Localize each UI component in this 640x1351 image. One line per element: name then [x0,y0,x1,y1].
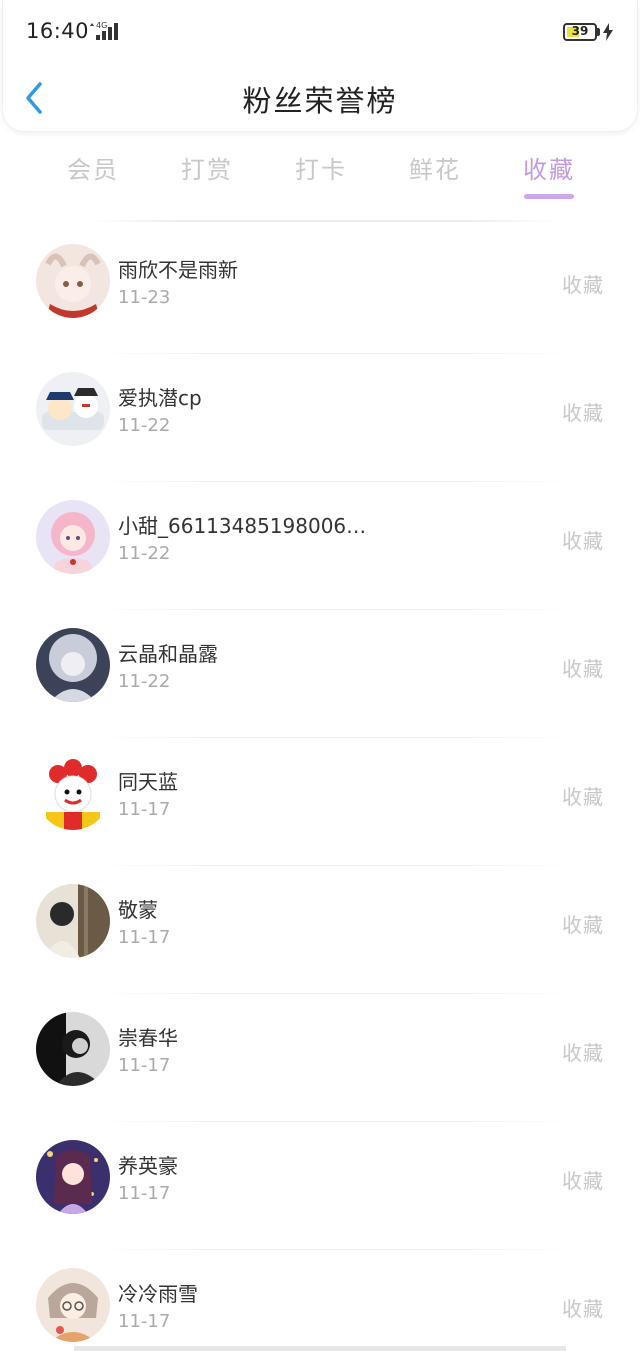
list-item[interactable]: 雨欣不是雨新 11-23 收藏 [0,226,640,354]
avatar[interactable] [36,756,110,830]
favorite-action[interactable]: 收藏 [562,397,604,426]
tab-label: 打赏 [181,156,233,184]
fan-date: 11-17 [118,1311,171,1332]
fan-name: 敬蒙 [118,898,158,922]
charging-icon [603,23,613,41]
tab-members[interactable]: 会员 [36,150,150,200]
battery-percent: 39 [571,24,589,38]
fan-date: 11-17 [118,799,171,820]
fan-date: 11-22 [118,543,171,564]
favorite-action[interactable]: 收藏 [562,653,604,682]
fan-name: 同天蓝 [118,770,178,794]
fan-name: 冷冷雨雪 [118,1282,198,1306]
fan-name: 云晶和晶露 [118,642,218,666]
fan-date: 11-22 [118,671,171,692]
fan-name: 雨欣不是雨新 [118,258,238,282]
avatar[interactable] [36,1140,110,1214]
status-time: 16:40 [26,19,90,43]
fan-name: 爱执潜cp [118,386,202,410]
list-item[interactable]: 崇春华 11-17 收藏 [0,994,640,1122]
favorite-action[interactable]: 收藏 [562,525,604,554]
divider [90,220,560,222]
battery-cap [597,28,600,36]
tab-bar: 会员 打赏 打卡 鲜花 收藏 [36,150,606,200]
tab-flowers[interactable]: 鲜花 [378,150,492,200]
network-label: 4G [96,21,107,30]
tab-rewards[interactable]: 打赏 [150,150,264,200]
tab-label: 鲜花 [409,156,461,184]
favorite-action[interactable]: 收藏 [562,1293,604,1322]
tab-checkin[interactable]: 打卡 [264,150,378,200]
fan-name: 小甜_66113485198006… [118,514,367,538]
active-tab-indicator [524,194,574,199]
avatar[interactable] [36,500,110,574]
avatar[interactable] [36,884,110,958]
fan-date: 11-17 [118,1183,171,1204]
tab-label: 会员 [67,156,119,184]
list-item[interactable]: 敬蒙 11-17 收藏 [0,866,640,994]
fan-date: 11-23 [118,287,171,308]
status-bar: 16:40 4G 39 [0,0,640,64]
fan-date: 11-17 [118,1055,171,1076]
tab-label: 打卡 [295,156,347,184]
avatar[interactable] [36,372,110,446]
fan-list: 雨欣不是雨新 11-23 收藏 爱执潜cp 11-22 收藏 小甜_661134… [0,226,640,1351]
favorite-action[interactable]: 收藏 [562,909,604,938]
fan-name: 养英豪 [118,1154,178,1178]
battery-icon: 39 [563,23,597,41]
favorite-action[interactable]: 收藏 [562,781,604,810]
fan-date: 11-17 [118,927,171,948]
list-item[interactable]: 同天蓝 11-17 收藏 [0,738,640,866]
tab-label: 收藏 [523,156,575,184]
bottom-scroll-edge [74,1346,566,1351]
avatar[interactable] [36,244,110,318]
page-title: 粉丝荣誉榜 [242,84,398,118]
signal-icon: 4G [90,21,118,40]
favorite-action[interactable]: 收藏 [562,1165,604,1194]
avatar[interactable] [36,1268,110,1342]
list-item[interactable]: 小甜_66113485198006… 11-22 收藏 [0,482,640,610]
favorite-action[interactable]: 收藏 [562,1037,604,1066]
list-item[interactable]: 云晶和晶露 11-22 收藏 [0,610,640,738]
fan-name: 崇春华 [118,1026,178,1050]
list-item[interactable]: 养英豪 11-17 收藏 [0,1122,640,1250]
fan-date: 11-22 [118,415,171,436]
list-item[interactable]: 冷冷雨雪 11-17 收藏 [0,1250,640,1351]
avatar[interactable] [36,1012,110,1086]
tab-favorites[interactable]: 收藏 [492,150,606,200]
favorite-action[interactable]: 收藏 [562,269,604,298]
list-item[interactable]: 爱执潜cp 11-22 收藏 [0,354,640,482]
avatar[interactable] [36,628,110,702]
